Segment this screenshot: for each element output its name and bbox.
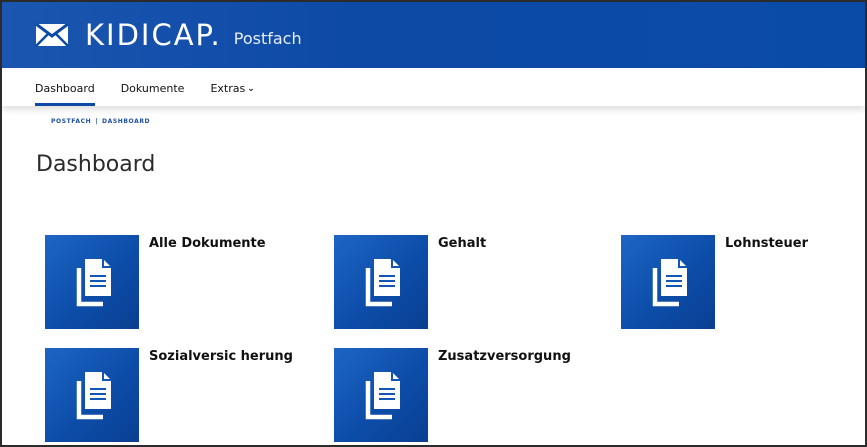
nav-tab-dokumente[interactable]: Dokumente	[121, 82, 185, 106]
breadcrumb-postfach[interactable]: POSTFACH	[51, 118, 91, 125]
breadcrumb: POSTFACH | DASHBOARD	[51, 118, 150, 125]
envelope-icon	[35, 23, 69, 47]
tile-label: Gehalt	[438, 236, 487, 251]
app-window: KIDICAP. Postfach Dashboard Dokumente Ex…	[0, 0, 867, 447]
brand-subtitle: Postfach	[233, 28, 302, 48]
nav-tab-extras[interactable]: Extras ⌄	[210, 82, 254, 106]
page-title: Dashboard	[36, 152, 156, 177]
documents-icon	[76, 259, 111, 307]
chevron-down-icon: ⌄	[247, 83, 255, 94]
documents-icon	[76, 372, 111, 420]
tile-icon-box	[621, 235, 715, 329]
documents-icon	[365, 372, 400, 420]
top-header: KIDICAP. Postfach	[2, 2, 865, 68]
tile-label: Zusatzversorgung	[438, 349, 571, 364]
breadcrumb-dashboard: DASHBOARD	[102, 118, 151, 125]
tile-icon-box	[334, 348, 428, 442]
documents-icon	[652, 259, 687, 307]
nav-tab-label: Extras	[210, 82, 246, 95]
nav-tab-label: Dokumente	[120, 82, 185, 95]
tile-label: Lohnsteuer	[725, 236, 808, 251]
breadcrumb-separator: |	[95, 118, 98, 125]
nav-tab-dashboard[interactable]: Dashboard	[35, 82, 95, 106]
main-nav: Dashboard Dokumente Extras ⌄	[2, 68, 865, 106]
nav-tab-label: Dashboard	[35, 82, 95, 95]
tile-label: Sozialversic herung	[149, 349, 293, 364]
brand-name: KIDICAP.	[85, 18, 222, 52]
tile-icon-box	[334, 235, 428, 329]
tile-icon-box	[45, 348, 139, 442]
tile-label: Alle Dokumente	[149, 236, 266, 251]
documents-icon	[365, 259, 400, 307]
tile-icon-box	[45, 235, 139, 329]
